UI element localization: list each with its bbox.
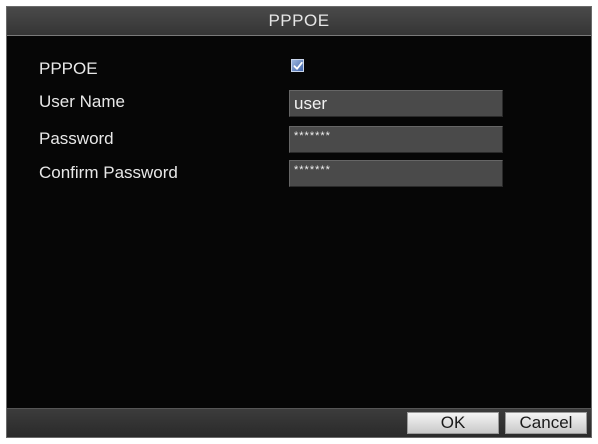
ok-button[interactable]: OK (407, 412, 499, 434)
dialog-title: PPPOE (7, 7, 591, 36)
checkmark-icon (293, 61, 303, 70)
pppoe-checkbox[interactable] (291, 59, 304, 72)
pppoe-label: PPPOE (39, 59, 98, 78)
user-name-label: User Name (39, 92, 125, 111)
confirm-password-label: Confirm Password (39, 163, 178, 182)
cancel-button[interactable]: Cancel (505, 412, 587, 434)
pppoe-dialog: PPPOE PPPOE User Name user Password ****… (6, 6, 592, 438)
user-name-input[interactable]: user (289, 90, 503, 117)
confirm-password-input[interactable]: ******* (289, 160, 503, 187)
password-label: Password (39, 129, 114, 148)
password-input[interactable]: ******* (289, 126, 503, 153)
button-bar: OK Cancel (7, 408, 591, 437)
